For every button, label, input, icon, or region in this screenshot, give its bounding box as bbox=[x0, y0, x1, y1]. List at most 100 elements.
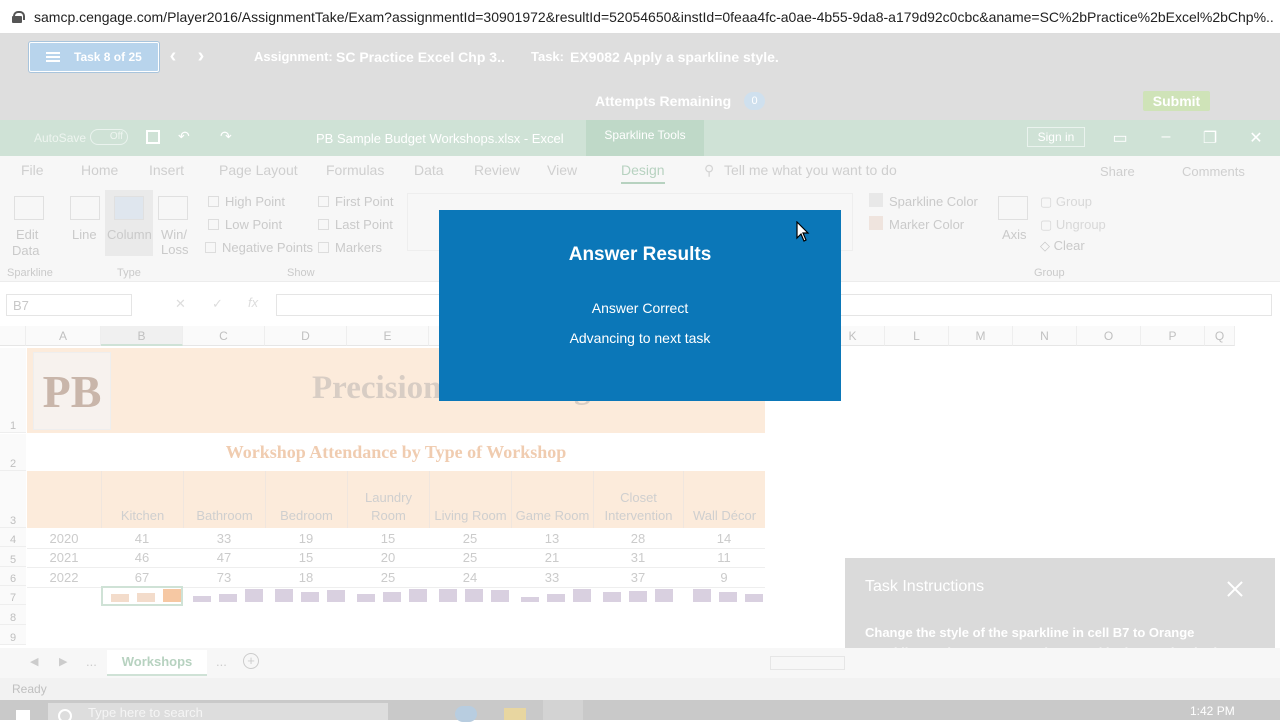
marker-color-button[interactable]: Marker Color bbox=[889, 217, 964, 232]
prev-task-icon[interactable]: ‹ bbox=[162, 46, 184, 68]
value-cell[interactable]: 25 bbox=[429, 529, 511, 548]
clear-button[interactable]: ◇ Clear bbox=[1040, 238, 1085, 254]
column-header[interactable]: D bbox=[265, 326, 347, 346]
row-header[interactable]: 3 bbox=[0, 471, 26, 528]
value-cell[interactable]: 25 bbox=[347, 568, 429, 587]
tab-formulas[interactable]: Formulas bbox=[326, 162, 384, 178]
value-cell[interactable]: 67 bbox=[101, 568, 183, 587]
save-icon[interactable] bbox=[146, 130, 160, 144]
workshop-header[interactable]: Bedroom bbox=[265, 471, 347, 528]
workshop-header[interactable]: Kitchen bbox=[101, 471, 183, 528]
task-menu-button[interactable]: Task 8 of 25 bbox=[29, 42, 159, 72]
close-window-icon[interactable]: ✕ bbox=[1246, 128, 1266, 148]
url-text[interactable]: samcp.cengage.com/Player2016/AssignmentT… bbox=[34, 9, 1274, 25]
value-cell[interactable]: 11 bbox=[683, 548, 765, 567]
comments-button[interactable]: Comments bbox=[1182, 164, 1245, 179]
sheets-more-right[interactable]: ... bbox=[216, 654, 227, 669]
row-header[interactable]: 8 bbox=[0, 605, 26, 625]
horizontal-scrollbar[interactable] bbox=[770, 656, 845, 670]
scroll-left-icon[interactable]: ◀ bbox=[30, 655, 38, 668]
value-cell[interactable]: 46 bbox=[101, 548, 183, 567]
tab-view[interactable]: View bbox=[547, 162, 577, 178]
excel-taskbar-icon[interactable] bbox=[543, 700, 583, 720]
workshop-header[interactable]: Game Room bbox=[511, 471, 593, 528]
value-cell[interactable]: 14 bbox=[683, 529, 765, 548]
sheet-tab-workshops[interactable]: Workshops bbox=[107, 650, 207, 676]
value-cell[interactable]: 33 bbox=[511, 568, 593, 587]
tab-file[interactable]: File bbox=[21, 162, 44, 178]
value-cell[interactable]: 24 bbox=[429, 568, 511, 587]
tab-page-layout[interactable]: Page Layout bbox=[219, 162, 298, 178]
selected-cell-b7[interactable] bbox=[101, 586, 183, 606]
low-point-checkbox[interactable]: Low Point bbox=[208, 217, 282, 232]
row-header[interactable]: 2 bbox=[0, 434, 26, 471]
row-header[interactable]: 7 bbox=[0, 586, 26, 605]
row-header[interactable]: 9 bbox=[0, 625, 26, 645]
workshop-header[interactable]: Laundry Room bbox=[347, 471, 429, 528]
tab-home[interactable]: Home bbox=[81, 162, 118, 178]
year-cell[interactable]: 2020 bbox=[27, 529, 101, 548]
value-cell[interactable]: 31 bbox=[593, 548, 683, 567]
autosave-toggle[interactable]: Off bbox=[90, 129, 128, 145]
value-cell[interactable]: 18 bbox=[265, 568, 347, 587]
start-icon[interactable] bbox=[16, 710, 30, 720]
sheets-more-left[interactable]: ... bbox=[86, 654, 97, 669]
file-explorer-icon[interactable] bbox=[504, 708, 526, 720]
column-header[interactable]: Q bbox=[1205, 326, 1235, 346]
line-sparkline-icon[interactable] bbox=[70, 196, 100, 220]
last-point-checkbox[interactable]: Last Point bbox=[318, 217, 393, 232]
markers-checkbox[interactable]: Markers bbox=[318, 240, 382, 255]
workshop-header[interactable]: Wall Décor bbox=[683, 471, 765, 528]
column-header[interactable]: B bbox=[101, 326, 183, 346]
name-box[interactable]: B7 bbox=[6, 294, 132, 316]
tab-insert[interactable]: Insert bbox=[149, 162, 184, 178]
row-header[interactable]: 4 bbox=[0, 528, 26, 547]
value-cell[interactable]: 37 bbox=[593, 568, 683, 587]
row-header[interactable]: 6 bbox=[0, 567, 26, 586]
column-header[interactable]: C bbox=[183, 326, 265, 346]
tab-data[interactable]: Data bbox=[414, 162, 444, 178]
tab-review[interactable]: Review bbox=[474, 162, 520, 178]
value-cell[interactable]: 21 bbox=[511, 548, 593, 567]
year-cell[interactable]: 2022 bbox=[27, 568, 101, 587]
minimize-icon[interactable]: – bbox=[1156, 128, 1176, 146]
undo-icon[interactable]: ↶ bbox=[178, 128, 190, 145]
submit-button[interactable]: Submit bbox=[1143, 91, 1210, 111]
value-cell[interactable]: 20 bbox=[347, 548, 429, 567]
redo-icon[interactable]: ↷ bbox=[220, 128, 232, 145]
axis-icon[interactable] bbox=[998, 196, 1028, 220]
year-cell[interactable]: 2021 bbox=[27, 548, 101, 567]
taskbar-search[interactable]: Type here to search bbox=[48, 703, 388, 720]
value-cell[interactable]: 9 bbox=[683, 568, 765, 587]
group-button[interactable]: ▢ Group bbox=[1040, 194, 1092, 210]
column-header[interactable]: L bbox=[885, 326, 949, 346]
value-cell[interactable]: 15 bbox=[347, 529, 429, 548]
value-cell[interactable]: 13 bbox=[511, 529, 593, 548]
fx-icon[interactable]: fx bbox=[248, 295, 258, 310]
sparkline-color-button[interactable]: Sparkline Color bbox=[889, 194, 978, 209]
tab-design[interactable]: Design bbox=[621, 162, 665, 184]
value-cell[interactable]: 73 bbox=[183, 568, 265, 587]
value-cell[interactable]: 19 bbox=[265, 529, 347, 548]
maximize-icon[interactable]: ❐ bbox=[1200, 128, 1220, 148]
workshop-header[interactable]: Living Room bbox=[429, 471, 511, 528]
row-header[interactable]: 1 bbox=[0, 348, 26, 433]
column-header[interactable]: E bbox=[347, 326, 429, 346]
column-header[interactable]: N bbox=[1013, 326, 1077, 346]
close-icon[interactable] bbox=[1224, 578, 1246, 600]
value-cell[interactable]: 33 bbox=[183, 529, 265, 548]
edit-data-icon[interactable] bbox=[14, 196, 44, 220]
workshop-header[interactable]: Closet Intervention bbox=[593, 471, 683, 528]
first-point-checkbox[interactable]: First Point bbox=[318, 194, 394, 209]
address-bar[interactable]: samcp.cengage.com/Player2016/AssignmentT… bbox=[0, 0, 1280, 34]
scroll-right-icon[interactable]: ▶ bbox=[59, 655, 67, 668]
enter-icon[interactable]: ✓ bbox=[212, 296, 223, 312]
ungroup-button[interactable]: ▢ Ungroup bbox=[1040, 217, 1106, 233]
winloss-icon[interactable] bbox=[158, 196, 188, 220]
cancel-icon[interactable]: ✕ bbox=[175, 296, 186, 312]
high-point-checkbox[interactable]: High Point bbox=[208, 194, 285, 209]
value-cell[interactable]: 41 bbox=[101, 529, 183, 548]
value-cell[interactable]: 47 bbox=[183, 548, 265, 567]
share-button[interactable]: Share bbox=[1100, 164, 1135, 179]
value-cell[interactable]: 28 bbox=[593, 529, 683, 548]
